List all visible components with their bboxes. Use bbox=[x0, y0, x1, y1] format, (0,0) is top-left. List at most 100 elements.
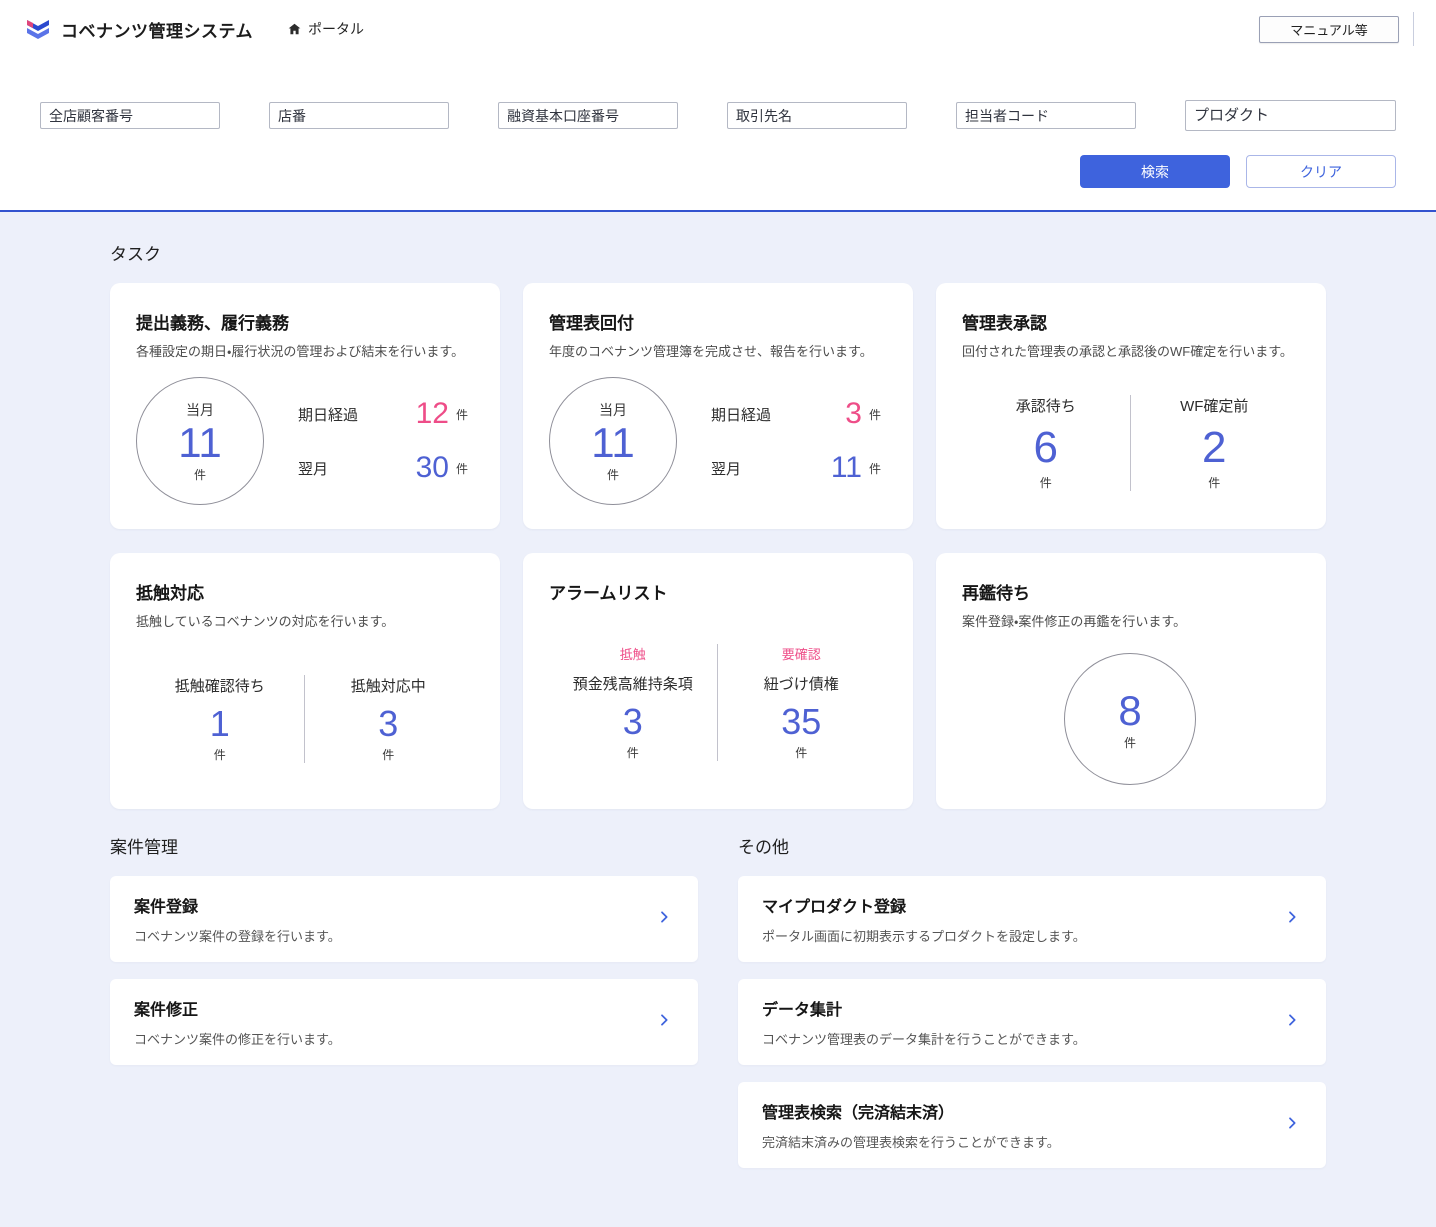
circle-value: 11 bbox=[591, 418, 635, 466]
link-management-sheet-search[interactable]: 管理表検索（完済結末済） 完済結末済みの管理表検索を行うことができます。 bbox=[738, 1082, 1326, 1169]
task-cards-row2: 抵触対応 抵触しているコベナンツの対応を行います。 抵触確認待ち 1 件 抵触対… bbox=[110, 553, 1326, 810]
stat-label: WF確定前 bbox=[1180, 398, 1249, 416]
overdue-value: 12 bbox=[415, 397, 449, 431]
stat-label: 抵触対応中 bbox=[350, 678, 426, 696]
card-title: アラームリスト bbox=[549, 584, 668, 604]
card-description: 年度のコベナンツ管理簿を完成させ、報告を行います。 bbox=[549, 344, 873, 359]
branch-number-input[interactable] bbox=[269, 102, 449, 129]
staff-code-input[interactable] bbox=[956, 102, 1136, 129]
wf-pending-stat: WF確定前 2 件 bbox=[1129, 395, 1299, 492]
case-management-title: 案件管理 bbox=[110, 838, 178, 858]
case-management-section: 案件管理 案件登録 コベナンツ案件の登録を行います。 案件修正 コベナンツ案件の… bbox=[110, 833, 698, 1185]
chevron-right-icon bbox=[656, 909, 672, 930]
manual-button[interactable]: マニュアル等 bbox=[1259, 15, 1399, 43]
chevron-right-icon bbox=[1284, 1115, 1300, 1136]
stat-unit: 件 bbox=[626, 746, 639, 761]
stat-value: 3 bbox=[378, 703, 399, 745]
stat-unit: 件 bbox=[1039, 476, 1052, 491]
card-management-sheet-approval[interactable]: 管理表承認 回付された管理表の承認と承認後のWF確定を行います。 承認待ち 6 … bbox=[936, 283, 1326, 530]
reexamination-circle: 8 件 bbox=[1064, 653, 1196, 786]
link-case-registration[interactable]: 案件登録 コベナンツ案件の登録を行います。 bbox=[110, 876, 698, 963]
circle-unit: 件 bbox=[1123, 735, 1136, 750]
next-month-value: 30 bbox=[415, 451, 449, 485]
home-icon bbox=[287, 22, 302, 36]
stat-value: 1 bbox=[209, 703, 230, 745]
main-content: タスク 提出義務、履行義務 各種設定の期日・履行状況の管理および結末を行います。… bbox=[0, 212, 1436, 1227]
clear-button[interactable]: クリア bbox=[1246, 155, 1396, 188]
next-month-label: 翌月 bbox=[298, 460, 329, 478]
link-description: コベナンツ案件の登録を行います。 bbox=[134, 929, 341, 945]
breach-confirmation-stat: 抵触確認待ち 1 件 bbox=[136, 675, 304, 763]
link-my-product-registration[interactable]: マイプロダクト登録 ポータル画面に初期表示するプロダクトを設定します。 bbox=[738, 876, 1326, 963]
circle-value: 11 bbox=[178, 418, 222, 466]
others-title: その他 bbox=[738, 838, 789, 858]
circle-label: 当月 bbox=[599, 401, 627, 418]
link-title: 案件登録 bbox=[134, 899, 199, 917]
app-logo-icon bbox=[24, 17, 52, 41]
nav-portal-label: ポータル bbox=[308, 21, 364, 37]
stat-label: 抵触確認待ち bbox=[174, 678, 265, 696]
stat-value: 2 bbox=[1202, 423, 1227, 473]
task-cards-row1: 提出義務、履行義務 各種設定の期日・履行状況の管理および結末を行います。 当月 … bbox=[110, 283, 1326, 530]
stat-value: 6 bbox=[1033, 423, 1058, 473]
overdue-row: 期日経過 3 件 bbox=[711, 397, 881, 431]
link-description: コベナンツ管理表のデータ集計を行うことができます。 bbox=[762, 1032, 1086, 1048]
next-month-unit: 件 bbox=[455, 461, 468, 476]
stat-unit: 件 bbox=[795, 746, 808, 761]
next-month-row: 翌月 30 件 bbox=[298, 451, 468, 485]
customer-number-input[interactable] bbox=[40, 102, 220, 129]
card-reexamination-pending[interactable]: 再鑑待ち 案件登録・案件修正の再鑑を行います。 8 件 bbox=[936, 553, 1326, 810]
card-description: 抵触しているコベナンツの対応を行います。 bbox=[136, 614, 395, 630]
overdue-unit: 件 bbox=[455, 407, 468, 422]
stat-label: 承認待ち bbox=[1015, 398, 1076, 416]
card-submission-obligations[interactable]: 提出義務、履行義務 各種設定の期日・履行状況の管理および結末を行います。 当月 … bbox=[110, 283, 500, 530]
card-description: 各種設定の期日・履行状況の管理および結末を行います。 bbox=[136, 344, 465, 359]
nav-portal[interactable]: ポータル bbox=[287, 19, 364, 39]
circle-label: 当月 bbox=[186, 401, 214, 418]
app-title: コベナンツ管理システム bbox=[61, 21, 253, 41]
stat-value: 35 bbox=[781, 701, 822, 743]
stat-unit: 件 bbox=[1208, 476, 1221, 491]
link-sections: 案件管理 案件登録 コベナンツ案件の登録を行います。 案件修正 コベナンツ案件の… bbox=[110, 833, 1326, 1185]
breach-tag: 抵触 bbox=[619, 647, 646, 663]
product-input[interactable] bbox=[1185, 100, 1396, 131]
app-header: コベナンツ管理システム ポータル マニュアル等 bbox=[0, 0, 1436, 58]
tasks-section-title: タスク bbox=[110, 245, 161, 264]
link-title: データ集計 bbox=[762, 1002, 843, 1020]
linked-claims-stat: 要確認 紐づけ債権 35 件 bbox=[716, 644, 886, 762]
search-panel: 検索 クリア bbox=[0, 58, 1436, 212]
link-data-aggregation[interactable]: データ集計 コベナンツ管理表のデータ集計を行うことができます。 bbox=[738, 979, 1326, 1066]
stat-label: 預金残高維持条項 bbox=[572, 676, 693, 694]
stat-unit: 件 bbox=[213, 748, 226, 763]
card-alarm-list[interactable]: アラームリスト 抵触 預金残高維持条項 3 件 要確認 紐づけ債権 35 件 bbox=[523, 553, 913, 810]
overdue-value: 3 bbox=[845, 397, 862, 431]
loan-account-number-input[interactable] bbox=[498, 102, 678, 129]
card-breach-response[interactable]: 抵触対応 抵触しているコベナンツの対応を行います。 抵触確認待ち 1 件 抵触対… bbox=[110, 553, 500, 810]
breach-in-progress-stat: 抵触対応中 3 件 bbox=[303, 675, 473, 764]
link-title: マイプロダクト登録 bbox=[762, 899, 907, 917]
link-title: 案件修正 bbox=[134, 1002, 199, 1020]
header-divider bbox=[1413, 12, 1414, 46]
stat-unit: 件 bbox=[382, 748, 395, 763]
search-button[interactable]: 検索 bbox=[1080, 155, 1230, 188]
others-section: その他 マイプロダクト登録 ポータル画面に初期表示するプロダクトを設定します。 … bbox=[738, 833, 1326, 1185]
confirmation-needed-tag: 要確認 bbox=[781, 647, 821, 663]
link-title: 管理表検索（完済結末済） bbox=[762, 1105, 955, 1123]
circle-unit: 件 bbox=[193, 467, 206, 482]
circle-unit: 件 bbox=[606, 467, 619, 482]
card-description: 案件登録・案件修正の再鑑を行います。 bbox=[962, 614, 1187, 630]
current-month-circle: 当月 11 件 bbox=[136, 377, 264, 506]
link-case-correction[interactable]: 案件修正 コベナンツ案件の修正を行います。 bbox=[110, 979, 698, 1066]
next-month-row: 翌月 11 件 bbox=[711, 451, 881, 485]
chevron-right-icon bbox=[1284, 909, 1300, 930]
card-management-sheet-circulation[interactable]: 管理表回付 年度のコベナンツ管理簿を完成させ、報告を行います。 当月 11 件 … bbox=[523, 283, 913, 530]
overdue-row: 期日経過 12 件 bbox=[298, 397, 468, 431]
stat-label: 紐づけ債権 bbox=[763, 676, 839, 694]
stat-value: 3 bbox=[622, 701, 643, 743]
current-month-circle: 当月 11 件 bbox=[549, 377, 677, 506]
client-name-input[interactable] bbox=[727, 102, 907, 129]
link-description: 完済結末済みの管理表検索を行うことができます。 bbox=[762, 1135, 1060, 1151]
card-description: 回付された管理表の承認と承認後のWF確定を行います。 bbox=[962, 344, 1293, 359]
overdue-label: 期日経過 bbox=[711, 406, 772, 424]
circle-value: 8 bbox=[1118, 686, 1142, 734]
